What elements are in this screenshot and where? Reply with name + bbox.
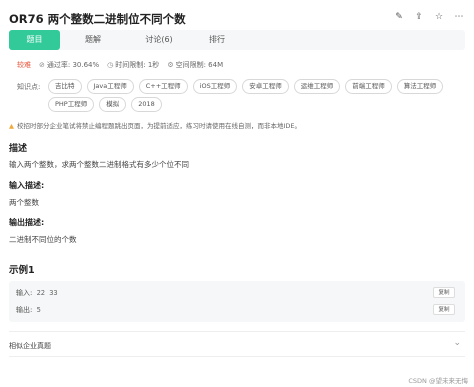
- tag-item[interactable]: 安卓工程师: [242, 79, 289, 94]
- description-text: 输入两个整数，求两个整数二进制格式有多少个位不同: [9, 160, 189, 169]
- notice-text: 校招时部分企业笔试将禁止编程题跳出页面，为提前适应，练习时请使用在线自测，而非本…: [17, 122, 302, 130]
- check-circle-icon: ⊘: [39, 61, 45, 69]
- example-output-label: 输出:: [16, 306, 33, 314]
- edit-icon[interactable]: ✎: [393, 12, 405, 22]
- tag-item[interactable]: C++工程师: [138, 79, 188, 94]
- difficulty-badge: 较难: [17, 61, 31, 69]
- tab-discussion[interactable]: 讨论(6): [129, 30, 189, 50]
- output-text: 二进制不同位的个数: [9, 235, 77, 244]
- problem-header: OR76 两个整数二进制位不同个数 ✎ ⇪ ☆ ⋯: [9, 9, 465, 29]
- example-heading: 示例1: [9, 265, 35, 276]
- description-heading: 描述: [9, 144, 28, 154]
- example-box: 输入: 22 33 复制 输出: 5 复制: [9, 281, 465, 322]
- time-limit-text: 时间限制: 1秒: [115, 61, 160, 69]
- share-icon[interactable]: ⇪: [413, 12, 425, 22]
- problem-title: OR76 两个整数二进制位不同个数: [9, 12, 186, 26]
- copy-output-button[interactable]: 复制: [433, 304, 455, 315]
- problem-meta: 较难 ⊘ 通过率: 30.64% ◷ 时间限制: 1秒 ⚙ 空间限制: 64M: [17, 60, 223, 70]
- knowledge-label: 知识点:: [17, 83, 41, 91]
- header-actions: ✎ ⇪ ☆ ⋯: [393, 12, 465, 22]
- example-output-value: 5: [36, 306, 41, 314]
- tag-item[interactable]: Java工程师: [86, 79, 134, 94]
- time-limit: ◷ 时间限制: 1秒: [107, 60, 159, 70]
- ide-notice: ▲ 校招时部分企业笔试将禁止编程题跳出页面，为提前适应，练习时请使用在线自测，而非…: [9, 120, 301, 130]
- example-input-value: 22 33: [36, 289, 58, 297]
- related-questions-panel[interactable]: 相似企业真题 ⌄: [9, 331, 465, 357]
- more-icon[interactable]: ⋯: [453, 12, 465, 22]
- space-limit-text: 空间限制: 64M: [175, 61, 224, 69]
- copy-input-button[interactable]: 复制: [433, 287, 455, 298]
- input-text: 两个整数: [9, 198, 39, 207]
- knowledge-tags: 吉比特 Java工程师 C++工程师 iOS工程师 安卓工程师 运维工程师 前端…: [48, 79, 458, 112]
- output-heading: 输出描述:: [9, 218, 45, 227]
- tab-bar: 题目 题解 讨论(6) 排行: [9, 30, 465, 50]
- tab-problem[interactable]: 题目: [9, 30, 60, 50]
- tag-item[interactable]: 2018: [131, 97, 162, 112]
- tag-item[interactable]: 吉比特: [48, 79, 82, 94]
- pass-rate-text: 通过率: 30.64%: [46, 61, 100, 69]
- space-limit: ⚙ 空间限制: 64M: [167, 60, 223, 70]
- related-questions-label: 相似企业真题: [9, 342, 51, 350]
- tab-solutions[interactable]: 题解: [71, 30, 115, 50]
- pass-rate: ⊘ 通过率: 30.64%: [39, 60, 99, 70]
- tag-item[interactable]: 运维工程师: [293, 79, 341, 94]
- example-output-row: 输出: 5: [16, 305, 41, 315]
- tag-item[interactable]: iOS工程师: [192, 79, 238, 94]
- tab-ranking[interactable]: 排行: [195, 30, 239, 50]
- tag-item[interactable]: 模拟: [99, 97, 127, 112]
- tag-item[interactable]: 算法工程师: [396, 79, 444, 94]
- tag-item[interactable]: PHP工程师: [48, 97, 95, 112]
- watermark: CSDN @望未来无悔: [408, 377, 468, 385]
- warning-icon: ▲: [9, 122, 14, 130]
- input-heading: 输入描述:: [9, 181, 45, 190]
- star-icon[interactable]: ☆: [433, 12, 445, 22]
- tag-item[interactable]: 前端工程师: [345, 79, 392, 94]
- gear-icon: ⚙: [167, 61, 174, 69]
- clock-icon: ◷: [107, 61, 114, 69]
- example-input-label: 输入:: [16, 289, 33, 297]
- example-input-row: 输入: 22 33: [16, 288, 58, 298]
- chevron-down-icon[interactable]: ⌄: [453, 338, 461, 348]
